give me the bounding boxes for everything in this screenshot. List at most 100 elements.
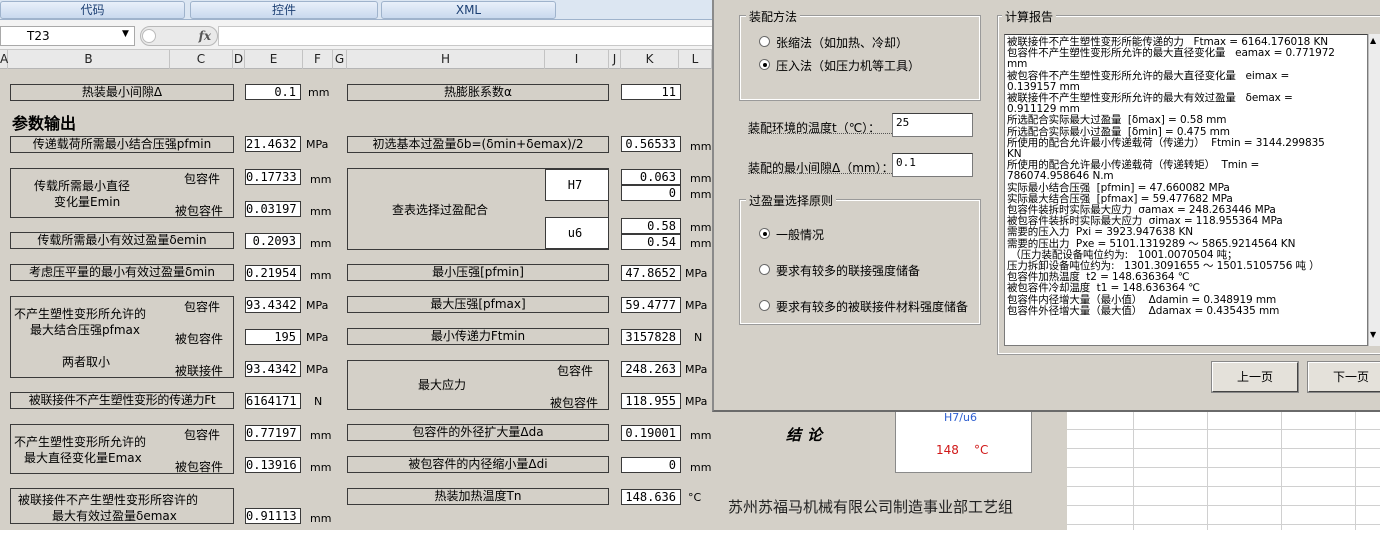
hole-tolerance[interactable]: H7 xyxy=(545,169,609,201)
shaft-upper-deviation[interactable]: 0.58 xyxy=(621,218,681,234)
report-line: 被包容件冷却温度 t1 = 148.636364 ℃ xyxy=(1007,282,1200,295)
column-header[interactable]: B xyxy=(8,50,170,69)
pfmax-inner-value[interactable]: 195 xyxy=(245,329,301,345)
report-textarea[interactable]: 被联接件不产生塑性变形所能传递的力 Ftmax = 6164.176018 KN… xyxy=(1004,34,1368,346)
dropdown-arrow-icon[interactable]: ▼ xyxy=(122,29,129,39)
column-header[interactable]: H xyxy=(347,50,545,69)
report-line: 所使用的配合允许最小传递载荷（传递力） Ftmin = 3144.299835 xyxy=(1007,136,1325,149)
delta-min-value[interactable]: 0.21954 xyxy=(245,265,301,281)
column-header[interactable]: I xyxy=(545,50,609,69)
pfmax-outer-label: 包容件 xyxy=(184,300,221,314)
delta-b-unit: mm xyxy=(690,140,712,153)
shaft-lower-deviation[interactable]: 0.54 xyxy=(621,234,681,250)
grid-lines xyxy=(1067,410,1380,530)
expansion-coef-value[interactable]: 11 xyxy=(621,84,681,100)
pfmax-join-label: 被联接件 xyxy=(175,364,224,378)
emin-label-line2: 变化量Emin xyxy=(54,195,121,209)
company-name: 苏州苏福马机械有限公司制造事业部工艺组 xyxy=(728,498,1014,516)
emax-inner-label: 被包容件 xyxy=(175,460,224,474)
column-header[interactable]: L xyxy=(679,50,712,69)
stress-outer-value[interactable]: 248.263 xyxy=(621,361,681,377)
delta-emax-value[interactable]: 0.91113 xyxy=(245,508,301,524)
tab-code[interactable]: 代码 xyxy=(0,1,185,19)
scroll-down-icon[interactable]: ▼ xyxy=(1370,330,1376,339)
pfmin2-label: 最小压强[pfmin] xyxy=(347,264,609,281)
prev-page-button[interactable]: 上一页 xyxy=(1211,361,1299,393)
method-label-shrink[interactable]: 张缩法（如加热、冷却） xyxy=(776,34,908,51)
interference-principle-title: 过盈量选择原则 xyxy=(746,192,837,209)
principle-label-general[interactable]: 一般情况 xyxy=(776,226,824,243)
pfmin2-value[interactable]: 47.8652 xyxy=(621,265,681,281)
pfmax-join-value[interactable]: 93.4342 xyxy=(245,361,301,377)
env-temp-underline xyxy=(748,133,892,134)
column-header[interactable]: F xyxy=(303,50,333,69)
formula-input[interactable] xyxy=(218,26,718,46)
hole-lower-deviation[interactable]: 0 xyxy=(621,185,681,201)
emin-inner-label: 被包容件 xyxy=(175,204,224,218)
delta-emax-label-line2: 最大有效过盈量δemax xyxy=(52,509,177,523)
env-temp-input[interactable]: 25 xyxy=(892,113,973,137)
conclusion-temp-value: 148 xyxy=(936,443,959,457)
ft-value[interactable]: 6164171 xyxy=(245,393,301,409)
report-scrollbar[interactable]: ▲ ▼ xyxy=(1368,34,1380,346)
emin-inner-value[interactable]: 0.03197 xyxy=(245,201,301,217)
column-header[interactable]: G xyxy=(333,50,347,69)
column-header[interactable]: K xyxy=(621,50,679,69)
emax-outer-value[interactable]: 0.77197 xyxy=(245,425,301,441)
pfmin-value[interactable]: 21.4632 xyxy=(245,136,301,152)
emin-outer-value[interactable]: 0.17733 xyxy=(245,169,301,185)
pfmax2-label: 最大压强[pfmax] xyxy=(347,296,609,313)
min-gap-input[interactable]: 0.1 xyxy=(892,153,973,177)
shaft-tolerance[interactable]: u6 xyxy=(545,217,609,249)
pfmax-label-line1: 不产生塑性变形所允许的 xyxy=(14,307,147,321)
principle-radio-general[interactable] xyxy=(759,228,770,239)
pfmin2-unit: MPa xyxy=(685,267,708,280)
da-value[interactable]: 0.19001 xyxy=(621,425,681,441)
column-header[interactable]: D xyxy=(233,50,245,69)
report-line: mm xyxy=(1007,58,1028,71)
column-header[interactable]: C xyxy=(170,50,233,69)
emax-inner-value[interactable]: 0.13916 xyxy=(245,457,301,473)
column-header[interactable]: A xyxy=(0,50,8,69)
pfmax2-value[interactable]: 59.4777 xyxy=(621,297,681,313)
tab-controls[interactable]: 控件 xyxy=(190,1,378,19)
tn-value[interactable]: 148.636 xyxy=(621,489,681,505)
principle-label-joint-strength[interactable]: 要求有较多的联接强度储备 xyxy=(776,262,920,279)
scroll-up-icon[interactable]: ▲ xyxy=(1370,36,1376,45)
stress-inner-label: 被包容件 xyxy=(550,396,599,410)
hole-upper-deviation[interactable]: 0.063 xyxy=(621,169,681,185)
pfmax-outer-value[interactable]: 93.4342 xyxy=(245,297,301,313)
section-title: 参数输出 xyxy=(12,114,77,133)
next-page-button[interactable]: 下一页 xyxy=(1307,361,1380,393)
di-unit: mm xyxy=(690,461,712,474)
pfmax-join-unit: MPa xyxy=(306,363,329,376)
column-header[interactable]: E xyxy=(245,50,303,69)
formula-expand-icon[interactable] xyxy=(142,29,156,43)
di-value[interactable]: 0 xyxy=(621,457,681,473)
stress-inner-value[interactable]: 118.955 xyxy=(621,393,681,409)
principle-radio-material-strength[interactable] xyxy=(759,300,770,311)
name-box[interactable]: T23 xyxy=(0,26,135,46)
method-radio-press[interactable] xyxy=(759,59,770,70)
report-line: 786074.958646 N.m xyxy=(1007,170,1114,183)
delta-emin-value[interactable]: 0.2093 xyxy=(245,233,301,249)
pfmax-outer-unit: MPa xyxy=(306,299,329,312)
principle-radio-joint-strength[interactable] xyxy=(759,264,770,275)
principle-label-material-strength[interactable]: 要求有较多的被联接件材料强度储备 xyxy=(776,298,968,315)
ftmin-label: 最小传递力Ftmin xyxy=(347,328,609,345)
ftmin-value[interactable]: 3157828 xyxy=(621,329,681,345)
emax-outer-unit: mm xyxy=(310,429,332,442)
min-gap-value[interactable]: 0.1 xyxy=(245,84,301,100)
emax-label-line1: 不产生塑性变形所允许的 xyxy=(14,435,147,449)
tab-xml[interactable]: XML xyxy=(381,1,556,19)
delta-b-label: 初选基本过盈量δb=(δmin+δemax)/2 xyxy=(347,136,609,153)
column-header[interactable]: J xyxy=(609,50,621,69)
max-stress-label: 最大应力 xyxy=(418,378,467,392)
method-label-press[interactable]: 压入法（如压力机等工具） xyxy=(776,57,920,74)
tn-label: 热装加热温度Tn xyxy=(347,488,609,505)
method-radio-shrink[interactable] xyxy=(759,36,770,47)
stress-outer-unit: MPa xyxy=(685,363,708,376)
delta-emax-unit: mm xyxy=(310,512,332,525)
pfmin-unit: MPa xyxy=(306,138,329,151)
delta-b-value[interactable]: 0.56533 xyxy=(621,136,681,152)
